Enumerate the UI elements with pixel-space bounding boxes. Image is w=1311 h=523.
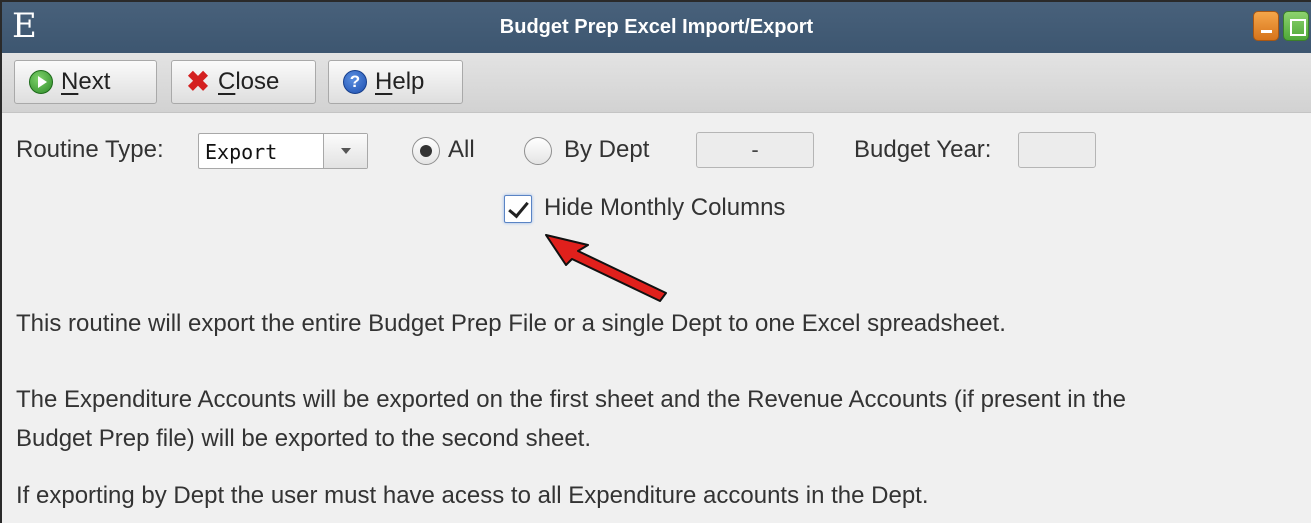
window-title: Budget Prep Excel Import/Export (499, 16, 814, 38)
radio-all[interactable] (412, 137, 440, 165)
help-question-icon: ? (343, 70, 367, 94)
routine-type-select[interactable]: Export (198, 133, 368, 169)
radio-by-dept[interactable] (524, 137, 552, 165)
annotation-arrow-icon (545, 234, 667, 302)
next-arrow-icon (29, 70, 53, 94)
dept-field[interactable]: - (696, 132, 814, 168)
maximize-button[interactable] (1283, 11, 1309, 41)
budget-year-label: Budget Year: (854, 136, 992, 163)
budget-prep-window: E Budget Prep Excel Import/Export Next ✖… (0, 0, 1311, 523)
description-line-1: This routine will export the entire Budg… (16, 310, 1006, 337)
content-area: Routine Type: Export All By Dept - Budge… (2, 113, 1311, 523)
help-button[interactable]: ? Help (328, 60, 463, 104)
next-button-label: Next (61, 68, 111, 95)
radio-by-dept-label: By Dept (564, 136, 650, 163)
next-button[interactable]: Next (14, 60, 157, 104)
hide-monthly-checkbox[interactable] (504, 195, 532, 223)
minimize-button[interactable] (1253, 11, 1279, 41)
description-line-2a: The Expenditure Accounts will be exporte… (16, 386, 1126, 413)
title-bar: E Budget Prep Excel Import/Export (2, 2, 1311, 53)
close-button[interactable]: ✖ Close (171, 60, 316, 104)
description-line-2b: Budget Prep file) will be exported to th… (16, 425, 592, 452)
chevron-down-icon[interactable] (323, 134, 367, 168)
routine-type-value: Export (205, 140, 278, 164)
radio-all-label: All (448, 136, 475, 163)
help-button-label: Help (375, 68, 425, 95)
hide-monthly-label: Hide Monthly Columns (544, 194, 786, 221)
description-line-3: If exporting by Dept the user must have … (16, 482, 929, 509)
budget-year-field[interactable] (1018, 132, 1096, 168)
routine-type-label: Routine Type: (16, 136, 164, 163)
close-button-label: Close (218, 68, 280, 95)
toolbar: Next ✖ Close ? Help (2, 53, 1311, 113)
close-x-icon: ✖ (186, 66, 210, 97)
